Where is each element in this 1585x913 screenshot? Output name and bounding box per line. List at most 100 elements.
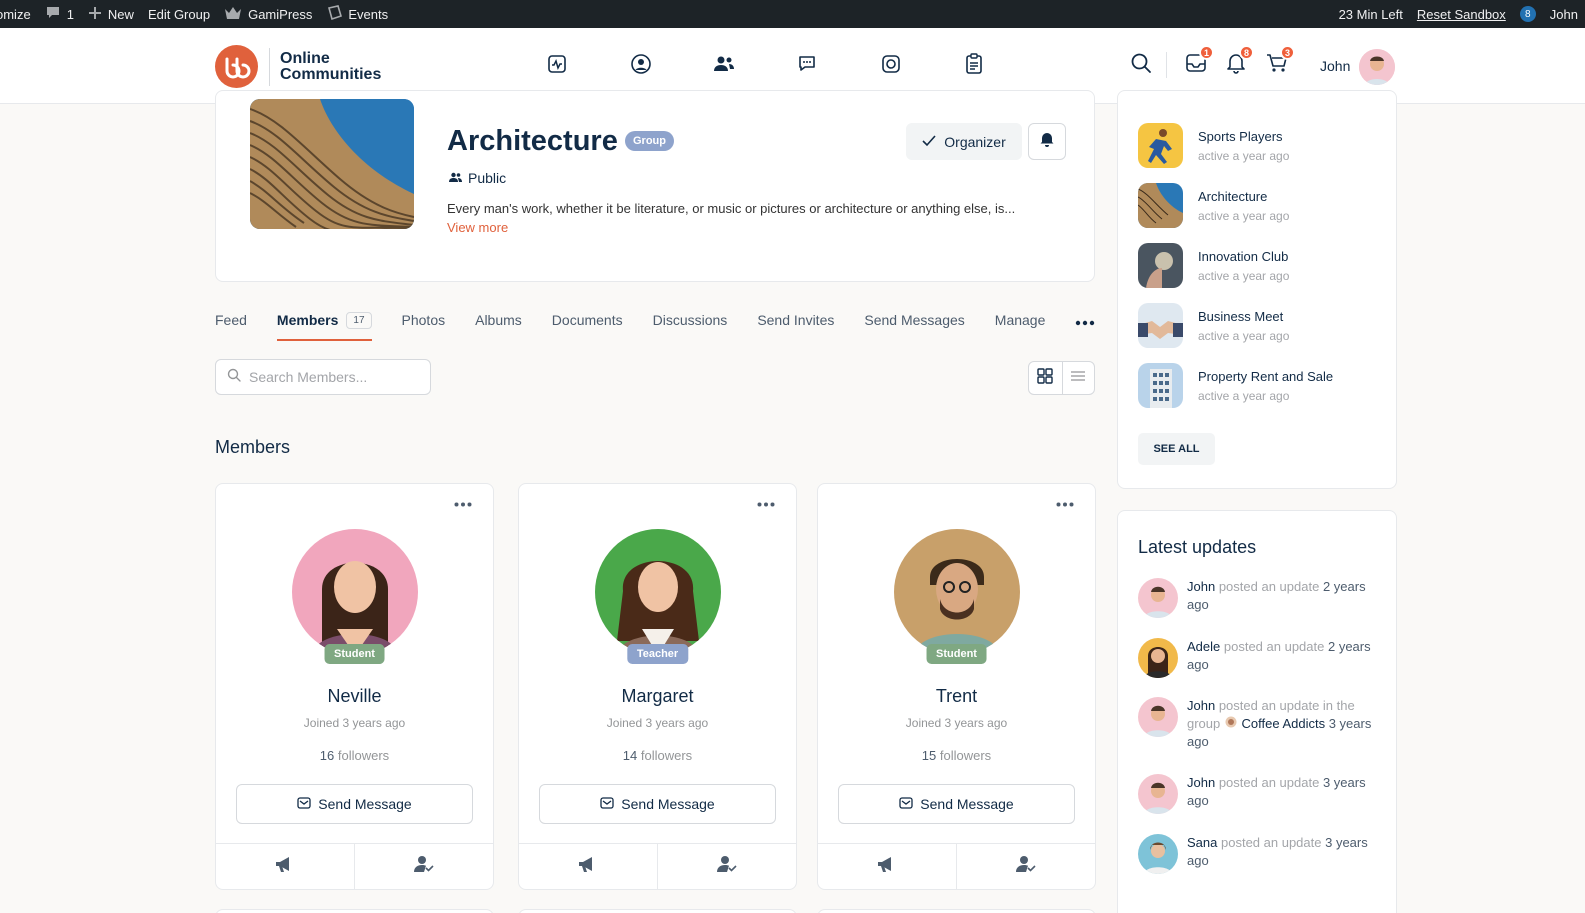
search-icon bbox=[227, 368, 241, 387]
member-name[interactable]: Neville bbox=[216, 686, 493, 707]
member-more-button[interactable] bbox=[1056, 494, 1074, 512]
tab-send-invites[interactable]: Send Invites bbox=[757, 309, 834, 331]
view-more-link[interactable]: View more bbox=[447, 220, 508, 235]
update-item[interactable]: John posted an update 3 years ago bbox=[1138, 774, 1378, 814]
group-header-card: Architecture Group Public Every man's wo… bbox=[215, 90, 1095, 282]
member-joined: Joined 3 years ago bbox=[905, 716, 1008, 730]
connect-button[interactable] bbox=[657, 844, 796, 889]
tab-manage[interactable]: Manage bbox=[995, 309, 1046, 331]
member-card: Teacher Margaret Joined 3 years ago 14 f… bbox=[518, 483, 797, 890]
megaphone-icon bbox=[877, 855, 897, 878]
member-more-button[interactable] bbox=[757, 494, 775, 512]
follow-button[interactable] bbox=[519, 844, 657, 889]
connect-button[interactable] bbox=[354, 844, 493, 889]
time-left: 23 Min Left bbox=[1338, 6, 1403, 22]
search-members-input[interactable] bbox=[249, 369, 419, 385]
megaphone-icon bbox=[275, 855, 295, 878]
update-item[interactable]: John posted an update 2 years ago bbox=[1138, 578, 1378, 618]
bell-icon bbox=[1040, 131, 1054, 152]
groups-icon bbox=[713, 54, 735, 79]
group-description: Every man's work, whether it be literatu… bbox=[447, 201, 1016, 216]
admin-user[interactable]: John bbox=[1543, 0, 1585, 28]
comments-link[interactable]: 1 bbox=[38, 0, 81, 28]
group-privacy: Public bbox=[449, 170, 506, 186]
header-messages[interactable]: 1 bbox=[1183, 45, 1214, 78]
sidebar-group-item[interactable]: Property Rent and Sale active a year ago bbox=[1138, 363, 1333, 408]
group-notifications-button[interactable] bbox=[1028, 123, 1066, 160]
member-avatar[interactable] bbox=[894, 529, 1020, 655]
tab-send-messages[interactable]: Send Messages bbox=[864, 309, 964, 331]
sidebar-group-item[interactable]: Architecture active a year ago bbox=[1138, 183, 1289, 228]
member-avatar[interactable] bbox=[292, 529, 418, 655]
view-toggle bbox=[1028, 361, 1095, 395]
tab-members[interactable]: Members 17 bbox=[276, 309, 372, 341]
site-logo[interactable]: Online Communities bbox=[215, 45, 400, 88]
grid-view-button[interactable] bbox=[1029, 362, 1062, 394]
update-item[interactable]: Sana posted an update 3 years ago bbox=[1138, 834, 1378, 874]
member-actions bbox=[519, 843, 796, 889]
member-name[interactable]: Margaret bbox=[519, 686, 796, 707]
tab-photos[interactable]: Photos bbox=[402, 309, 446, 331]
grid-icon bbox=[1037, 367, 1053, 389]
reset-sandbox-link[interactable]: Reset Sandbox bbox=[1410, 0, 1513, 28]
update-item[interactable]: John posted an update in the group Coffe… bbox=[1138, 697, 1378, 751]
search-icon bbox=[1130, 52, 1152, 79]
group-tabs: Feed Members 17 Photos Albums Documents D… bbox=[215, 309, 1125, 341]
mail-icon bbox=[899, 796, 913, 812]
connect-button[interactable] bbox=[956, 844, 1095, 889]
organizer-button[interactable]: Organizer bbox=[906, 123, 1022, 160]
update-item[interactable]: Adele posted an update 2 years ago bbox=[1138, 638, 1378, 678]
sidebar-group-item[interactable]: Sports Players active a year ago bbox=[1138, 123, 1289, 168]
events-link[interactable]: Events bbox=[319, 0, 395, 28]
admin-bar: omize 1 New Edit Group GamiPress Events bbox=[0, 0, 1585, 28]
member-joined: Joined 3 years ago bbox=[303, 716, 406, 730]
group-thumbnail bbox=[1138, 363, 1183, 408]
avatar bbox=[1138, 638, 1178, 678]
customize-link[interactable]: omize bbox=[0, 0, 38, 28]
tab-feed[interactable]: Feed bbox=[215, 309, 247, 331]
new-content-link[interactable]: New bbox=[81, 0, 141, 28]
follow-button[interactable] bbox=[818, 844, 956, 889]
sidebar-group-item[interactable]: Innovation Club active a year ago bbox=[1138, 243, 1289, 288]
latest-updates-title: Latest updates bbox=[1138, 537, 1257, 557]
logo-icon bbox=[215, 45, 258, 88]
member-joined: Joined 3 years ago bbox=[606, 716, 709, 730]
send-message-button[interactable]: Send Message bbox=[539, 784, 776, 824]
user-check-icon bbox=[414, 855, 434, 878]
tab-albums[interactable]: Albums bbox=[475, 309, 522, 331]
admin-badge[interactable]: 8 bbox=[1513, 0, 1543, 28]
sidebar-group-item[interactable]: Business Meet active a year ago bbox=[1138, 303, 1289, 348]
mail-icon bbox=[297, 796, 311, 812]
header-notifications[interactable]: 8 bbox=[1223, 45, 1254, 78]
member-more-button[interactable] bbox=[454, 494, 472, 512]
forums-icon bbox=[797, 54, 817, 79]
avatar bbox=[1138, 834, 1178, 874]
more-horizontal-icon bbox=[454, 494, 472, 511]
megaphone-icon bbox=[578, 855, 598, 878]
header-search[interactable] bbox=[1128, 52, 1154, 78]
tab-discussions[interactable]: Discussions bbox=[653, 309, 728, 331]
header-avatar[interactable] bbox=[1359, 49, 1395, 85]
tab-documents[interactable]: Documents bbox=[552, 309, 623, 331]
send-message-button[interactable]: Send Message bbox=[838, 784, 1075, 824]
list-icon bbox=[1070, 369, 1086, 387]
member-avatar[interactable] bbox=[595, 529, 721, 655]
crown-icon bbox=[224, 6, 242, 23]
tabs-more-button[interactable] bbox=[1075, 309, 1095, 331]
send-message-button[interactable]: Send Message bbox=[236, 784, 473, 824]
header-cart[interactable]: 3 bbox=[1264, 45, 1295, 78]
cart-badge: 3 bbox=[1280, 45, 1295, 60]
see-all-groups-button[interactable]: SEE ALL bbox=[1138, 433, 1215, 465]
member-card bbox=[215, 909, 494, 913]
more-horizontal-icon bbox=[1075, 310, 1095, 331]
member-actions bbox=[818, 843, 1095, 889]
list-view-button[interactable] bbox=[1061, 362, 1095, 394]
activity-icon bbox=[547, 54, 567, 79]
header-user-name[interactable]: John bbox=[1320, 58, 1350, 74]
member-name[interactable]: Trent bbox=[818, 686, 1095, 707]
edit-group-link[interactable]: Edit Group bbox=[141, 0, 217, 28]
members-count-badge: 17 bbox=[346, 311, 372, 329]
follow-button[interactable] bbox=[216, 844, 354, 889]
gamipress-link[interactable]: GamiPress bbox=[217, 0, 319, 28]
avatar bbox=[1138, 774, 1178, 814]
